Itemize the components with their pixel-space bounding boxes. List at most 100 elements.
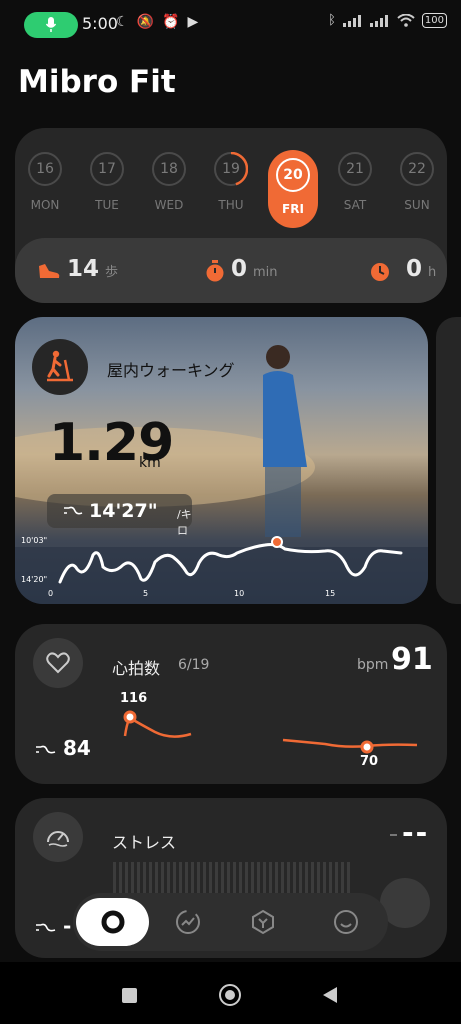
- pace-marker: [271, 536, 283, 548]
- day-sat[interactable]: 21 SAT: [329, 152, 381, 212]
- stress-placeholder-bar: [215, 862, 218, 896]
- stress-placeholder-bar: [143, 862, 146, 896]
- wifi-icon: [397, 14, 415, 27]
- stress-placeholder-bar: [335, 862, 338, 896]
- stress-placeholder-bar: [293, 862, 296, 896]
- stress-placeholder-bar: [299, 862, 302, 896]
- battery-indicator: 100: [421, 13, 447, 28]
- day-thu-name: THU: [218, 198, 244, 212]
- stress-placeholder-bar: [221, 862, 224, 896]
- stress-placeholder-bar: [191, 862, 194, 896]
- smile-icon: [334, 910, 358, 934]
- bluetooth-icon: ᛒ: [328, 13, 336, 28]
- stress-placeholder-bar: [251, 862, 254, 896]
- stress-placeholder-bar: [203, 862, 206, 896]
- stress-title: ストレス: [112, 833, 177, 852]
- stress-placeholder-bar: [137, 862, 140, 896]
- stress-placeholder-bar: [167, 862, 170, 896]
- stress-placeholder-bar: [323, 862, 326, 896]
- stress-placeholder-bar: [113, 862, 116, 896]
- home-button-dot: [225, 990, 235, 1000]
- heart-min-marker: [360, 740, 374, 754]
- activity-card[interactable]: 屋内ウォーキング 1.29 km 14'27" /キロ 10'03" 14'20…: [15, 317, 428, 604]
- stress-placeholder-bar: [209, 862, 212, 896]
- minutes-value: 0: [231, 256, 248, 282]
- stress-placeholder-bar: [119, 862, 122, 896]
- heart-rate-card[interactable]: 心拍数 6/19 bpm 91 84 116 70: [15, 624, 447, 784]
- stress-placeholder-bar: [275, 862, 278, 896]
- stress-placeholder-bar: [173, 862, 176, 896]
- heart-max-marker: [123, 710, 137, 724]
- trend-icon: [176, 910, 200, 934]
- stress-dash: [390, 834, 397, 836]
- stress-placeholder-bar: [233, 862, 236, 896]
- stress-placeholder-bar: [131, 862, 134, 896]
- steps-value: 14: [67, 256, 100, 282]
- stress-placeholder-bar: [317, 862, 320, 896]
- status-time: 5:00: [82, 14, 118, 33]
- stress-placeholder-bar: [179, 862, 182, 896]
- pace-line: [58, 543, 403, 584]
- stress-badge: [33, 812, 83, 862]
- minutes-unit: min: [253, 265, 278, 280]
- day-wed[interactable]: 18 WED: [143, 152, 195, 212]
- device-icon: [252, 909, 274, 935]
- stress-placeholder-bar: [305, 862, 308, 896]
- stress-placeholder-bar: [245, 862, 248, 896]
- next-activity-card-peek[interactable]: [436, 317, 461, 604]
- hours-summary: 0 h: [370, 256, 436, 282]
- stress-placeholder-bar: [347, 862, 350, 896]
- stress-placeholder-bar: [263, 862, 266, 896]
- thu-progress-ring: [214, 152, 248, 186]
- stress-placeholder-bar: [329, 862, 332, 896]
- day-tue[interactable]: 17 TUE: [81, 152, 133, 212]
- moon-icon: ☾: [116, 14, 129, 30]
- stress-placeholder-bar: [239, 862, 242, 896]
- stress-bars: [113, 862, 350, 896]
- play-icon: ▶: [187, 14, 199, 30]
- stress-placeholder-bar: [311, 862, 314, 896]
- back-button[interactable]: [322, 986, 338, 1004]
- stress-placeholder-bar: [269, 862, 272, 896]
- minutes-summary: 0 min: [205, 256, 278, 282]
- microphone-icon: [46, 17, 56, 32]
- day-mon[interactable]: 16 MON: [19, 152, 71, 212]
- hours-unit: h: [428, 265, 437, 280]
- stopwatch-icon: [206, 260, 224, 282]
- heart-chart: [123, 710, 418, 754]
- stress-placeholder-bar: [287, 862, 290, 896]
- stress-resting-value: -: [63, 914, 72, 938]
- week-selector-card: 16 MON 17 TUE 18 WED 19 THU 20 FRI 21 SAT 22 S…: [15, 128, 447, 303]
- tab-profile[interactable]: [321, 893, 371, 951]
- stress-placeholder-bar: [149, 862, 152, 896]
- pace-chart: [58, 536, 403, 584]
- mic-indicator[interactable]: [24, 12, 78, 38]
- activity-ring-icon: [101, 910, 124, 934]
- tab-activity[interactable]: [76, 898, 149, 946]
- tab-trends[interactable]: [163, 893, 213, 951]
- stress-placeholder-bar: [257, 862, 260, 896]
- day-thu[interactable]: 19 THU: [205, 152, 257, 212]
- stress-placeholder-bar: [281, 862, 284, 896]
- mute-icon: 🔕: [136, 14, 154, 30]
- bottom-tab-bar: [73, 893, 388, 951]
- daily-summary[interactable]: 14 歩 0 min 0 h: [15, 238, 447, 303]
- shoe-icon: [39, 264, 60, 278]
- day-sun[interactable]: 22 SUN: [391, 152, 443, 212]
- tab-device[interactable]: [238, 893, 288, 951]
- clock-icon: [371, 263, 389, 281]
- stress-value: --: [402, 816, 430, 849]
- gauge-icon: [47, 831, 69, 847]
- stress-placeholder-bar: [341, 862, 344, 896]
- resting-stress-icon: [36, 923, 56, 932]
- stress-placeholder-bar: [185, 862, 188, 896]
- heart-line-2: [282, 738, 418, 748]
- signal-icon-2: [369, 14, 388, 27]
- stress-placeholder-bar: [155, 862, 158, 896]
- signal-icon: [342, 14, 361, 27]
- home-button[interactable]: [219, 984, 241, 1006]
- recents-button[interactable]: [122, 988, 137, 1003]
- system-nav-bar: [0, 962, 461, 1024]
- steps-unit: 歩: [105, 265, 119, 280]
- day-fri-selected[interactable]: 20 FRI: [268, 150, 318, 228]
